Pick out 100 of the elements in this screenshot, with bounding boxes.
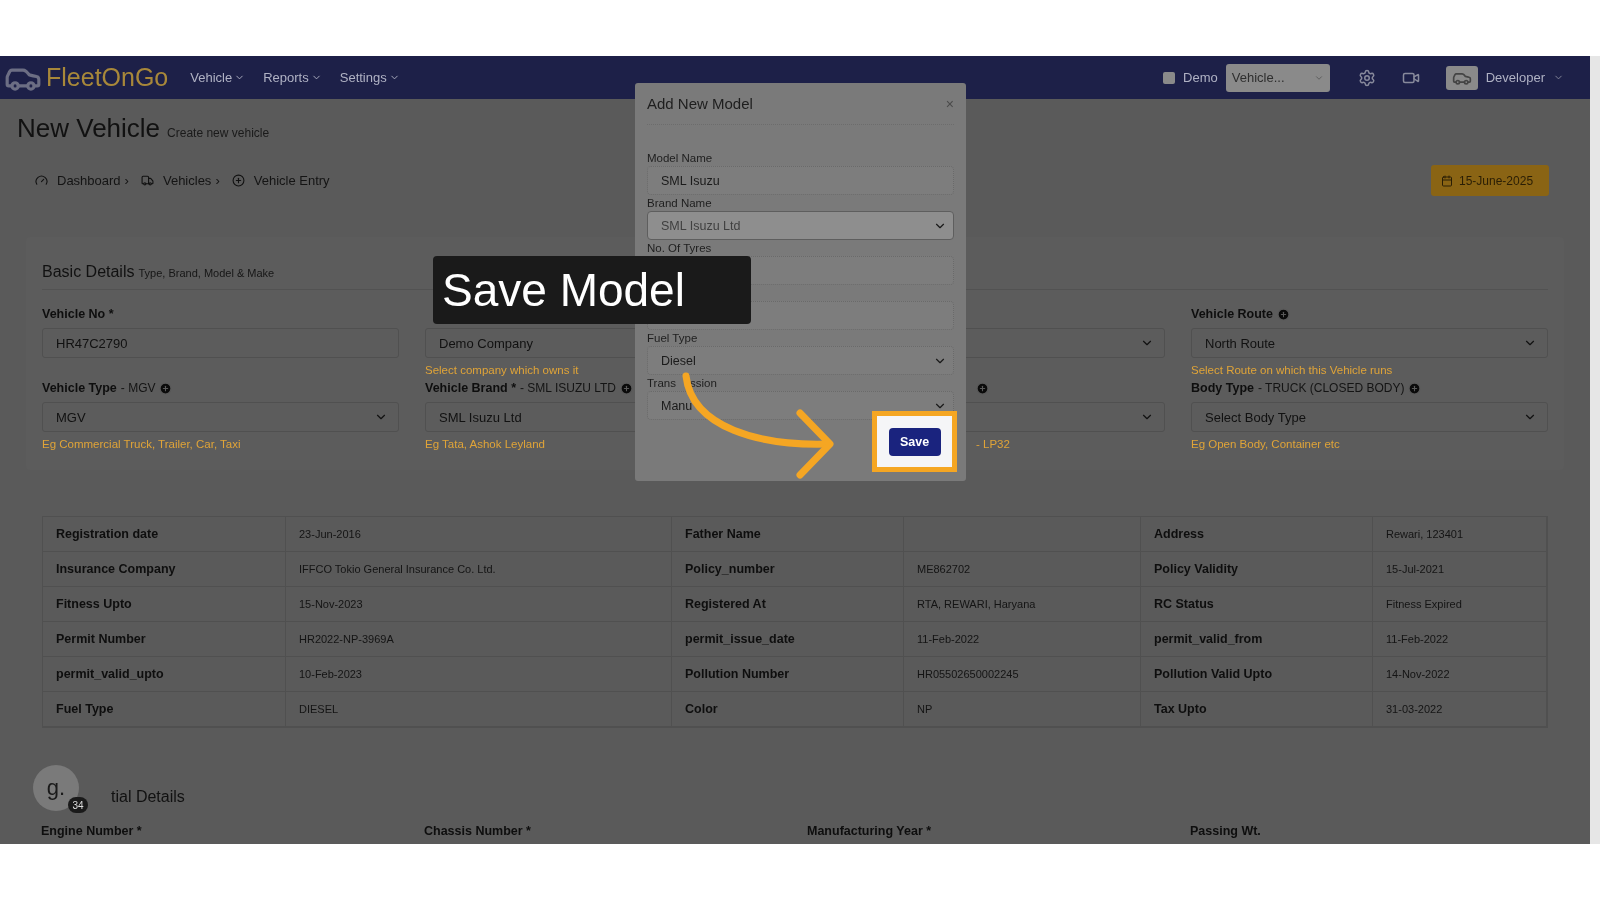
table-cell: HR05502650002245	[904, 657, 1141, 692]
scrollbar[interactable]	[1590, 56, 1600, 844]
table-label-cell: permit_issue_date	[672, 622, 904, 657]
table-label-cell: Registered At	[672, 587, 904, 622]
add-icon[interactable]	[159, 381, 173, 395]
table-cell: 14-Nov-2022	[1373, 657, 1547, 692]
table-cell: 15-Jul-2021	[1373, 552, 1547, 587]
modal-title: Add New Model	[647, 95, 753, 112]
field-label: Vehicle No *	[42, 307, 114, 321]
field-hint: Select company which owns it	[425, 364, 579, 376]
table-cell: DIESEL	[286, 692, 672, 727]
add-icon[interactable]	[1277, 307, 1290, 321]
table-label-cell: Fitness Upto	[43, 587, 286, 622]
table-label-cell: permit_valid_upto	[43, 657, 286, 692]
demo-checkbox[interactable]	[1163, 71, 1176, 84]
field-label: Manufacturing Year *	[807, 824, 933, 838]
breadcrumb-link[interactable]: Dashboard	[35, 173, 121, 188]
table-cell: IFFCO Tokio General Insurance Co. Ltd.	[286, 552, 672, 587]
breadcrumb-separator: ›	[215, 173, 220, 188]
table-cell: 11-Feb-2022	[1373, 622, 1547, 657]
field-label: Fuel Type	[647, 332, 698, 345]
field-label: No. Of Tyres	[647, 242, 712, 255]
add-icon[interactable]	[1408, 381, 1422, 395]
table-cell: 10-Feb-2023	[286, 657, 672, 692]
table-cell: 31-03-2022	[1373, 692, 1547, 727]
table-label-cell: Address	[1141, 517, 1373, 552]
field-label-suffix: - SML ISUZU LTD	[520, 381, 617, 395]
page-subtitle: Create new vehicle	[167, 126, 270, 140]
field-label: Chassis Number *	[424, 824, 532, 838]
truck-icon	[140, 174, 154, 187]
table-label-cell: Permit Number	[43, 622, 286, 657]
table-cell: RTA, REWARI, Haryana	[904, 587, 1141, 622]
field-label-suffix: - TRUCK (CLOSED BODY)	[1258, 381, 1405, 395]
field-label: Body Type	[1191, 381, 1254, 395]
table-label-cell: permit_valid_from	[1141, 622, 1373, 657]
breadcrumb-link[interactable]: Vehicle Entry	[231, 173, 330, 188]
vehicle-select[interactable]: Vehicle...	[1225, 63, 1330, 92]
field-label: Passing Wt.	[1190, 824, 1262, 838]
nav-menu-item[interactable]: Reports	[263, 70, 322, 85]
table-label-cell: Color	[672, 692, 904, 727]
input-field[interactable]: HR47C2790	[42, 328, 399, 358]
table-label-cell: Policy Validity	[1141, 552, 1373, 587]
select-field[interactable]: Diesel	[647, 346, 954, 375]
nav-menu-item[interactable]: Settings	[339, 70, 400, 85]
field-label: Vehicle Brand *	[425, 381, 516, 395]
input-field[interactable]: SML Isuzu	[647, 166, 954, 195]
save-button[interactable]: Save	[888, 427, 941, 456]
user-menu[interactable]: Developer	[1485, 70, 1545, 85]
table-label-cell: Registration date	[43, 517, 286, 552]
field-label: Brand Name	[647, 197, 712, 210]
save-model-tooltip: Save Model	[433, 256, 751, 324]
table-label-cell: Pollution Number	[672, 657, 904, 692]
table-cell: 11-Feb-2022	[904, 622, 1141, 657]
table-label-cell: Insurance Company	[43, 552, 286, 587]
table-cell: NP	[904, 692, 1141, 727]
breadcrumb-separator: ›	[124, 173, 129, 188]
field-label: Trans	[647, 377, 676, 390]
section-title: tial Details	[111, 788, 185, 806]
calendar-icon	[1441, 174, 1453, 187]
brand-logo-text: FleetOnGo	[46, 63, 169, 92]
field-hint: - LP32	[976, 438, 1010, 450]
field-hint: Eg Tata, Ashok Leyland	[425, 438, 545, 450]
table-cell: ME862702	[904, 552, 1141, 587]
select-field[interactable]: MGV	[42, 402, 399, 432]
field-label-suffix: - MGV	[120, 381, 156, 395]
table-cell: HR2022-NP-3969A	[286, 622, 672, 657]
field-hint: Select Route on which this Vehicle runs	[1191, 364, 1393, 376]
add-icon[interactable]	[976, 381, 989, 395]
select-field[interactable]: Select Body Type	[1191, 402, 1548, 432]
field-label: Model Name	[647, 152, 713, 165]
field-label: Vehicle Type	[42, 381, 117, 395]
select-field[interactable]: North Route	[1191, 328, 1548, 358]
demo-label: Demo	[1183, 70, 1218, 85]
add-icon[interactable]	[620, 381, 634, 395]
field-label: Vehicle Route	[1191, 307, 1273, 321]
section-subtitle: Type, Brand, Model & Make	[138, 267, 275, 279]
table-cell: 23-Jun-2016	[286, 517, 672, 552]
table-label-cell: RC Status	[1141, 587, 1373, 622]
section-title: Basic Details	[42, 263, 135, 281]
table-label-cell: Father Name	[672, 517, 904, 552]
notification-count: 34	[68, 797, 88, 813]
nav-menu-item[interactable]: Vehicle	[190, 70, 246, 85]
table-cell: Fitness Expired	[1373, 587, 1547, 622]
gauge-icon	[35, 174, 48, 187]
user-avatar[interactable]	[1445, 65, 1478, 90]
date-button[interactable]: 15-June-2025	[1431, 165, 1549, 196]
table-cell: 15-Nov-2023	[286, 587, 672, 622]
field-hint: Eg Open Body, Container etc	[1191, 438, 1340, 450]
settings-icon[interactable]	[1357, 68, 1376, 87]
table-label-cell: Fuel Type	[43, 692, 286, 727]
table-label-cell: Policy_number	[672, 552, 904, 587]
plus-circle-icon	[231, 174, 245, 187]
close-button[interactable]: ×	[945, 95, 954, 112]
table-label-cell: Tax Upto	[1141, 692, 1373, 727]
field-label: ssion	[690, 377, 717, 390]
table-cell: Rewari, 123401	[1373, 517, 1547, 552]
page-title: New Vehicle	[17, 113, 161, 144]
table-label-cell: Pollution Valid Upto	[1141, 657, 1373, 692]
field-label: Engine Number *	[41, 824, 143, 838]
breadcrumb-link[interactable]: Vehicles	[140, 173, 212, 188]
